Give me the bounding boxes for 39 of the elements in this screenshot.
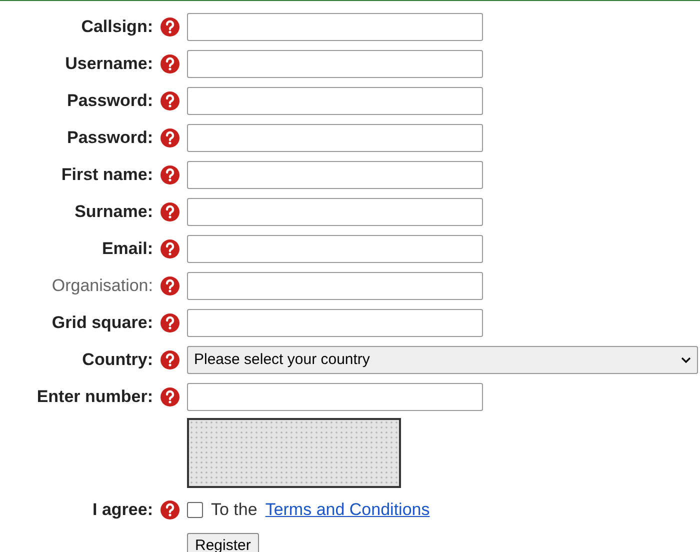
help-icon[interactable] bbox=[160, 17, 180, 37]
field-label: Organisation: bbox=[50, 275, 153, 298]
field-label: Email: bbox=[100, 238, 153, 260]
text-input[interactable] bbox=[187, 124, 483, 152]
help-icon[interactable] bbox=[160, 165, 180, 185]
help-icon[interactable] bbox=[160, 91, 180, 111]
field-label: Country: bbox=[81, 349, 153, 372]
help-icon[interactable] bbox=[160, 276, 180, 296]
text-input[interactable] bbox=[187, 309, 483, 337]
help-icon[interactable] bbox=[160, 54, 180, 74]
text-input[interactable] bbox=[187, 272, 483, 300]
text-input[interactable] bbox=[187, 50, 483, 78]
field-label: I agree: bbox=[92, 499, 153, 521]
field-label: Callsign: bbox=[80, 16, 153, 38]
agree-checkbox[interactable] bbox=[187, 502, 203, 518]
help-icon[interactable] bbox=[160, 202, 180, 222]
agree-text: To the bbox=[211, 499, 258, 521]
text-input[interactable] bbox=[187, 235, 483, 263]
help-icon[interactable] bbox=[160, 350, 180, 370]
text-input[interactable] bbox=[187, 161, 483, 189]
help-icon[interactable] bbox=[160, 239, 180, 259]
field-label: Surname: bbox=[74, 201, 153, 224]
text-input[interactable] bbox=[187, 383, 483, 411]
field-label: Grid square: bbox=[50, 312, 153, 334]
help-icon[interactable] bbox=[160, 313, 180, 333]
chevron-down-icon bbox=[681, 356, 691, 364]
text-input[interactable] bbox=[187, 87, 483, 115]
field-label: Password: bbox=[66, 90, 153, 112]
field-label: Enter number: bbox=[36, 386, 153, 408]
terms-link[interactable]: Terms and Conditions bbox=[265, 497, 430, 522]
field-label: First name: bbox=[60, 164, 153, 186]
text-input[interactable] bbox=[187, 13, 483, 41]
field-label: Password: bbox=[66, 127, 153, 150]
text-input[interactable] bbox=[187, 198, 483, 226]
country-select[interactable]: Please select your country bbox=[187, 346, 698, 374]
help-icon[interactable] bbox=[160, 500, 180, 520]
help-icon[interactable] bbox=[160, 387, 180, 407]
help-icon[interactable] bbox=[160, 128, 180, 148]
field-label: Username: bbox=[64, 53, 153, 76]
